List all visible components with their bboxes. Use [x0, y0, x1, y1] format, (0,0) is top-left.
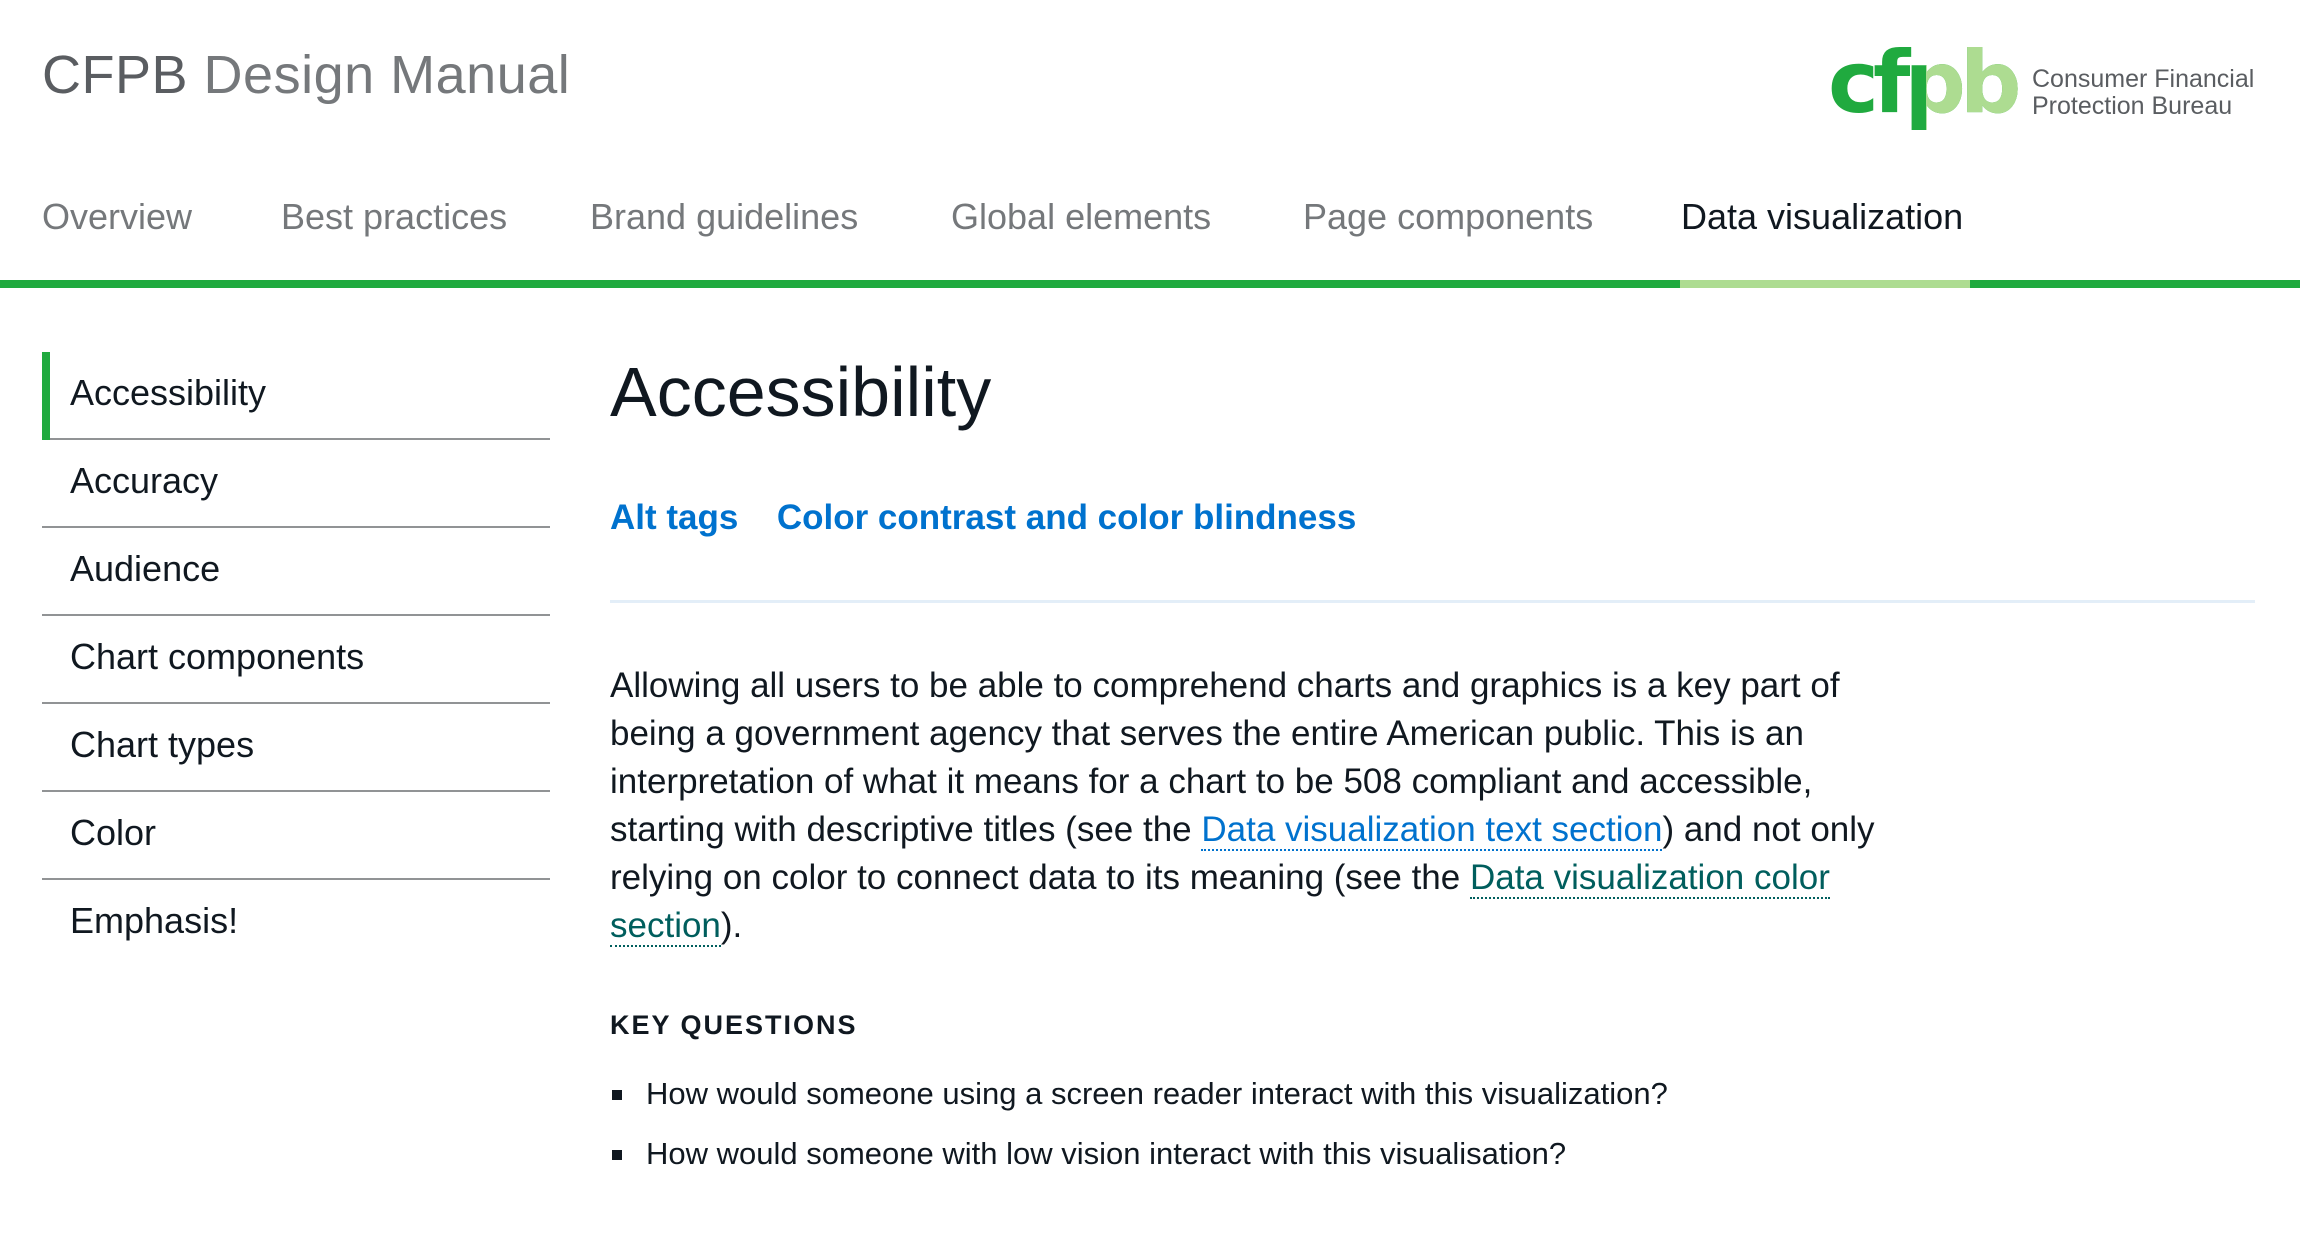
page-title: Accessibility	[610, 353, 992, 431]
jumplink-alt-tags[interactable]: Alt tags	[610, 498, 738, 538]
sidebar-item-emphasis[interactable]: Emphasis!	[42, 880, 550, 968]
logo-text: Consumer Financial Protection Bureau	[2032, 66, 2254, 120]
sidebar-item-label: Emphasis!	[70, 900, 239, 941]
nav-item-overview[interactable]: Overview	[42, 196, 192, 238]
sidebar-item-chart-components[interactable]: Chart components	[42, 616, 550, 704]
sidebar-item-accuracy[interactable]: Accuracy	[42, 440, 550, 528]
bullet-icon	[612, 1090, 622, 1100]
site-title-strong: CFPB	[42, 45, 189, 105]
divider	[610, 600, 2255, 603]
sidebar-item-chart-types[interactable]: Chart types	[42, 704, 550, 792]
nav-item-best-practices[interactable]: Best practices	[281, 196, 507, 238]
key-questions-heading: KEY QUESTIONS	[610, 1010, 858, 1040]
sidebar-item-color[interactable]: Color	[42, 792, 550, 880]
sidebar-item-label: Accessibility	[70, 372, 267, 413]
nav-item-page-components[interactable]: Page components	[1303, 196, 1593, 238]
bullet-icon	[612, 1150, 622, 1160]
intro-paragraph: Allowing all users to be able to compreh…	[610, 662, 1890, 950]
secondary-nav: Accessibility Accuracy Audience Chart co…	[42, 352, 550, 968]
sidebar-item-audience[interactable]: Audience	[42, 528, 550, 616]
sidebar-item-label: Chart components	[70, 636, 365, 677]
intro-text-3: ).	[720, 906, 743, 945]
site-header: CFPB Design Manual cfpb cfpb Consumer Fi…	[0, 0, 2300, 140]
list-item-text: How would someone with low vision intera…	[646, 1136, 1567, 1171]
link-data-viz-text-section[interactable]: Data visualization text section	[1201, 810, 1663, 851]
list-item-text: How would someone using a screen reader …	[646, 1076, 1668, 1111]
site-title-light: Design Manual	[203, 45, 571, 105]
primary-nav: Overview Best practices Brand guidelines…	[0, 180, 2300, 288]
jumplinks: Alt tags Color contrast and color blindn…	[610, 498, 1390, 538]
sidebar-item-label: Color	[70, 812, 157, 853]
sidebar-item-label: Accuracy	[70, 460, 219, 501]
nav-active-indicator	[1680, 280, 1970, 288]
site-title[interactable]: CFPB Design Manual	[42, 44, 570, 106]
cfpb-logo-mark: cfpb cfpb	[1828, 33, 2024, 133]
nav-item-global-elements[interactable]: Global elements	[951, 196, 1211, 238]
nav-item-data-visualization[interactable]: Data visualization	[1681, 196, 1963, 238]
jumplink-color-contrast[interactable]: Color contrast and color blindness	[777, 498, 1357, 538]
logo-text-line1: Consumer Financial	[2032, 65, 2255, 93]
nav-item-brand-guidelines[interactable]: Brand guidelines	[590, 196, 858, 238]
logo-text-line2: Protection Bureau	[2032, 92, 2233, 120]
sidebar-item-label: Audience	[70, 548, 221, 589]
sidebar-item-accessibility[interactable]: Accessibility	[42, 352, 550, 440]
sidebar-item-label: Chart types	[70, 724, 255, 765]
cfpb-logo[interactable]: cfpb cfpb Consumer Financial Protection …	[1828, 33, 2258, 140]
